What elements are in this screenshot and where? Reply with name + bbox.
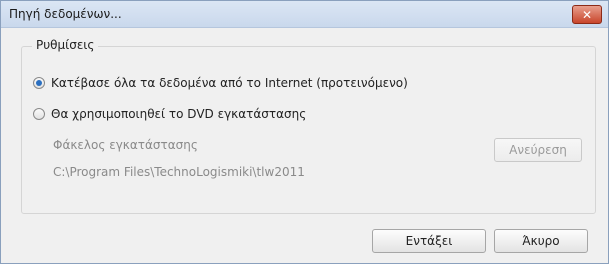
settings-group-label: Ρυθμίσεις (32, 38, 99, 52)
window-title: Πηγή δεδομένων... (9, 7, 122, 21)
settings-group (21, 46, 596, 214)
install-folder-label: Φάκελος εγκατάστασης (53, 138, 198, 152)
browse-button[interactable]: Ανεύρεση (494, 138, 582, 162)
close-icon: ✕ (581, 7, 593, 22)
ok-button[interactable]: Εντάξει (372, 229, 486, 253)
radio-download-internet[interactable]: Κατέβασε όλα τα δεδομένα από το Internet… (33, 76, 408, 90)
radio-download-internet-label[interactable]: Κατέβασε όλα τα δεδομένα από το Internet… (51, 76, 408, 90)
close-button[interactable]: ✕ (572, 5, 602, 24)
cancel-button[interactable]: Άκυρο (494, 229, 588, 253)
dialog-window: Πηγή δεδομένων... ✕ Ρυθμίσεις Κατέβασε ό… (0, 0, 609, 264)
title-bar[interactable]: Πηγή δεδομένων... ✕ (1, 1, 608, 28)
radio-unchecked-icon[interactable] (33, 108, 45, 120)
radio-use-dvd-label[interactable]: Θα χρησιμοποιηθεί το DVD εγκατάστασης (51, 107, 306, 121)
install-folder-path: C:\Program Files\TechnoLogismiki\tlw2011 (53, 165, 305, 179)
radio-use-dvd[interactable]: Θα χρησιμοποιηθεί το DVD εγκατάστασης (33, 107, 306, 121)
radio-checked-icon[interactable] (33, 77, 45, 89)
